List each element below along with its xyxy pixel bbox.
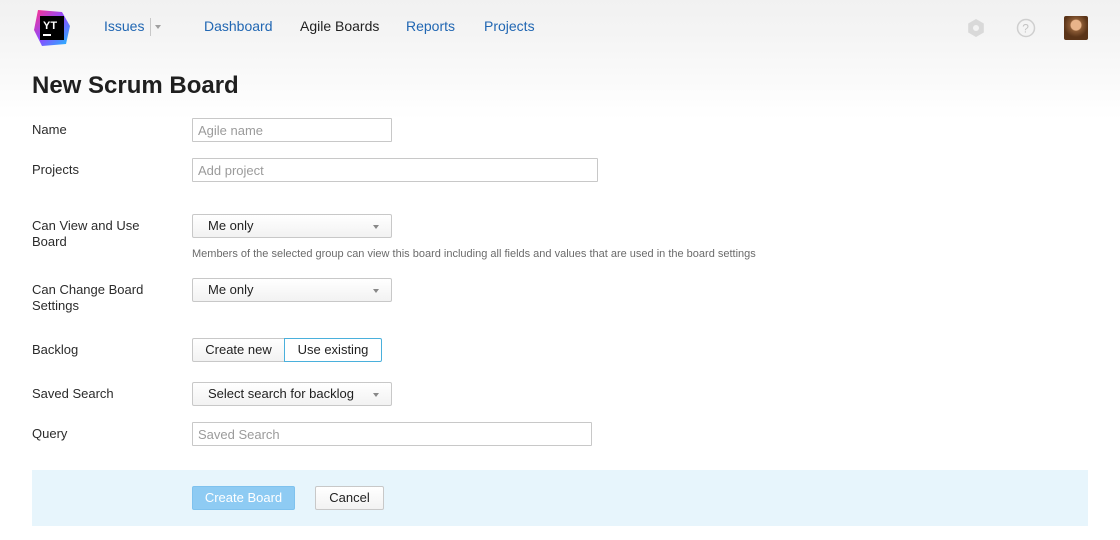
saved-search-label: Saved Search xyxy=(32,386,114,401)
can-change-select[interactable]: Me only xyxy=(192,278,392,302)
name-label: Name xyxy=(32,122,67,137)
svg-text:?: ? xyxy=(1022,22,1029,36)
backlog-use-existing-button[interactable]: Use existing xyxy=(284,338,382,362)
can-change-label: Can Change Board Settings xyxy=(32,282,144,313)
chevron-down-icon xyxy=(373,393,379,397)
cancel-button[interactable]: Cancel xyxy=(315,486,384,510)
issues-dropdown-icon[interactable] xyxy=(155,25,161,29)
backlog-label: Backlog xyxy=(32,342,79,357)
saved-search-select[interactable]: Select search for backlog xyxy=(192,382,392,406)
user-avatar[interactable] xyxy=(1064,16,1088,40)
gear-icon[interactable] xyxy=(966,18,986,38)
backlog-create-new-button[interactable]: Create new xyxy=(192,338,285,362)
can-view-label: Can View and Use Board xyxy=(32,218,140,249)
create-board-button[interactable]: Create Board xyxy=(192,486,295,510)
top-navigation-bar: YT Issues Dashboard Agile Boards Reports… xyxy=(0,0,1120,120)
nav-reports[interactable]: Reports xyxy=(406,18,455,34)
page-title: New Scrum Board xyxy=(32,72,239,99)
nav-issues[interactable]: Issues xyxy=(104,18,144,34)
query-label: Query xyxy=(32,426,68,441)
nav-agile-boards[interactable]: Agile Boards xyxy=(300,18,379,34)
chevron-down-icon xyxy=(373,289,379,293)
projects-label: Projects xyxy=(32,162,79,177)
agile-name-input[interactable] xyxy=(192,118,392,142)
can-view-value: Me only xyxy=(208,218,254,233)
query-input[interactable] xyxy=(192,422,592,446)
nav-projects[interactable]: Projects xyxy=(484,18,535,34)
issues-divider xyxy=(150,18,151,36)
can-change-value: Me only xyxy=(208,282,254,297)
add-project-input[interactable] xyxy=(192,158,598,182)
youtrack-logo[interactable]: YT xyxy=(32,8,72,48)
form-actions-bar xyxy=(32,470,1088,526)
nav-dashboard[interactable]: Dashboard xyxy=(204,18,273,34)
chevron-down-icon xyxy=(373,225,379,229)
saved-search-value: Select search for backlog xyxy=(208,386,354,401)
can-view-hint: Members of the selected group can view t… xyxy=(192,248,756,260)
can-view-select[interactable]: Me only xyxy=(192,214,392,238)
logo-text: YT xyxy=(43,20,57,32)
help-icon[interactable]: ? xyxy=(1016,18,1036,38)
